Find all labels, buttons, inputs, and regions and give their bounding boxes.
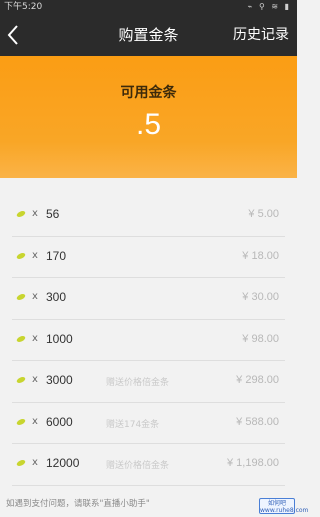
package-price: ¥ 1,198.00 <box>227 457 279 469</box>
gold-bar-icon <box>16 252 26 259</box>
times-sign: x <box>32 415 38 427</box>
package-bonus: 赠送价格倍金条 <box>106 378 170 388</box>
package-row-170[interactable]: x 170 ¥ 18.00 <box>12 237 285 278</box>
package-price: ¥ 30.00 <box>242 291 279 303</box>
status-time: 下午5:20 <box>4 2 43 12</box>
package-quantity: 12000 <box>46 456 80 470</box>
package-row-12000[interactable]: x 12000 赠送价格倍金条 ¥ 1,198.00 <box>12 444 285 486</box>
package-quantity: 6000 <box>46 414 73 429</box>
package-price: ¥ 98.00 <box>242 332 279 345</box>
balance-panel: 可用金条 .5 <box>0 56 297 178</box>
package-row-6000[interactable]: x 6000 赠送174金条 ¥ 588.00 <box>12 403 285 444</box>
times-sign: x <box>32 249 38 261</box>
package-quantity: 170 <box>46 248 67 263</box>
times-sign: x <box>32 291 38 302</box>
status-bar: 下午5:20 ⌁ ⚲ ≋ ▮ <box>0 0 297 14</box>
package-price: ¥ 5.00 <box>248 208 279 220</box>
package-row-1000[interactable]: x 1000 ¥ 98.00 <box>12 320 285 361</box>
package-quantity: 300 <box>46 290 67 304</box>
times-sign: x <box>32 332 38 344</box>
balance-value: .5 <box>135 108 162 141</box>
gold-bar-icon <box>16 294 26 300</box>
times-sign: x <box>32 374 38 385</box>
package-row-56[interactable]: x 56 ¥ 5.00 <box>12 195 285 237</box>
status-icons: ⌁ ⚲ ≋ ▮ <box>247 2 291 11</box>
package-row-3000[interactable]: x 3000 赠送价格倍金条 ¥ 298.00 <box>12 361 285 403</box>
package-price: ¥ 18.00 <box>242 249 279 262</box>
watermark-line1: 如何吧 <box>267 500 286 507</box>
gold-bar-icon <box>16 335 26 342</box>
footer-note: 如遇到支付问题，请联系"直播小助手" <box>6 499 150 509</box>
package-quantity: 56 <box>46 207 60 221</box>
times-sign: x <box>32 208 38 219</box>
gold-bar-icon <box>16 377 26 383</box>
nav-bar: 购置金条 历史记录 <box>0 14 297 56</box>
package-price: ¥ 298.00 <box>236 374 279 386</box>
package-row-300[interactable]: x 300 ¥ 30.00 <box>12 278 285 320</box>
gold-bar-icon <box>16 418 26 425</box>
package-list: x 56 ¥ 5.00 x 170 ¥ 18.00 x 300 ¥ 30.00 … <box>0 195 297 486</box>
history-button[interactable]: 历史记录 <box>233 14 289 56</box>
package-quantity: 3000 <box>46 373 73 387</box>
package-bonus: 赠送174金条 <box>106 419 160 430</box>
balance-label: 可用金条 <box>120 85 177 101</box>
times-sign: x <box>32 457 38 468</box>
package-bonus: 赠送价格倍金条 <box>106 461 170 471</box>
package-price: ¥ 588.00 <box>236 415 279 428</box>
package-quantity: 1000 <box>46 331 73 346</box>
watermark-line2: www.ruhe8.com <box>260 507 309 514</box>
gold-bar-icon <box>16 460 26 466</box>
watermark-logo: 如何吧 www.ruhe8.com <box>259 498 309 514</box>
gold-bar-icon <box>16 211 26 217</box>
